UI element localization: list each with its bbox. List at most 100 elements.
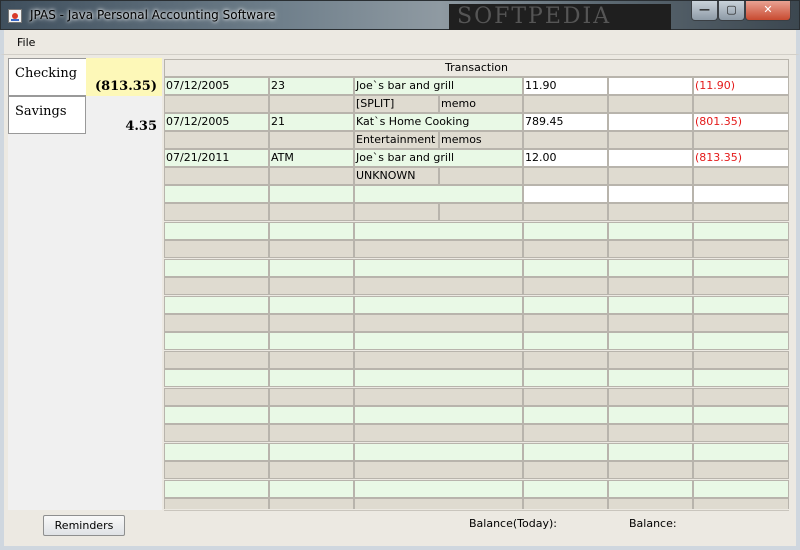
register-cell-new[interactable] xyxy=(608,203,693,221)
register-cell-date[interactable]: 07/21/2011 xyxy=(164,149,269,167)
register-cell-deposit[interactable] xyxy=(608,149,693,167)
register-empty-cell xyxy=(693,314,789,332)
register-cell-blank[interactable] xyxy=(269,95,354,113)
register-empty-cell xyxy=(164,314,269,332)
register-cell-deposit[interactable] xyxy=(608,113,693,131)
register-cell-new[interactable] xyxy=(164,185,269,203)
register-empty-cell xyxy=(164,498,269,509)
register-cell-new[interactable] xyxy=(269,203,354,221)
register-cell-blank[interactable] xyxy=(693,131,789,149)
register-cell-payee[interactable]: Kat`s Home Cooking xyxy=(354,113,523,131)
register-empty-cell xyxy=(608,350,693,369)
account-name[interactable]: Savings xyxy=(8,96,86,134)
register-cell-blank[interactable] xyxy=(269,167,354,185)
register-empty-cell xyxy=(354,277,523,296)
menu-file[interactable]: File xyxy=(17,36,35,49)
register-empty-cell xyxy=(608,332,693,351)
register-cell-amount[interactable]: 11.90 xyxy=(523,77,608,95)
register-cell-new[interactable] xyxy=(354,185,523,203)
register-cell-payee[interactable]: Joe`s bar and grill xyxy=(354,77,523,95)
balance-label: Balance: xyxy=(629,517,677,530)
register-cell-new[interactable] xyxy=(523,203,608,221)
account-item-savings[interactable]: Savings 4.35 xyxy=(8,96,162,134)
account-item-checking[interactable]: Checking (813.35) xyxy=(8,58,162,96)
register-empty-cell xyxy=(523,240,608,259)
register-cell-payee[interactable]: Joe`s bar and grill xyxy=(354,149,523,167)
register-cell-memo[interactable]: memos xyxy=(439,131,523,149)
register-empty-cell xyxy=(693,258,789,277)
register-cell-category[interactable]: UNKNOWN xyxy=(354,167,439,185)
register-empty-cell xyxy=(269,387,354,406)
register-cell-num[interactable]: ATM xyxy=(269,149,354,167)
register-cell-deposit[interactable] xyxy=(608,77,693,95)
register-cell-date[interactable]: 07/12/2005 xyxy=(164,113,269,131)
register-cell-date[interactable]: 07/12/2005 xyxy=(164,77,269,95)
account-name[interactable]: Checking xyxy=(8,58,86,96)
window-title: JPAS - Java Personal Accounting Software xyxy=(30,8,276,22)
register-empty-cell xyxy=(608,222,693,240)
register-cell-blank[interactable] xyxy=(693,167,789,185)
register-empty-cell xyxy=(608,387,693,406)
account-balance: 4.35 xyxy=(86,96,162,134)
register-empty-cell xyxy=(608,406,693,424)
register-cell-blank[interactable] xyxy=(693,95,789,113)
register-cell-category[interactable]: [SPLIT] xyxy=(354,95,439,113)
register-cell-num[interactable]: 23 xyxy=(269,77,354,95)
register-empty-cell xyxy=(523,332,608,351)
register-cell-blank[interactable] xyxy=(164,131,269,149)
register-cell-balance[interactable]: (801.35) xyxy=(693,113,789,131)
register-cell-amount[interactable]: 789.45 xyxy=(523,113,608,131)
register-empty-cell xyxy=(608,479,693,498)
register-cell-blank[interactable] xyxy=(608,95,693,113)
register-empty-cell xyxy=(693,295,789,314)
minimize-button[interactable]: — xyxy=(691,1,718,21)
register-cell-memo[interactable] xyxy=(439,167,523,185)
reminders-button[interactable]: Reminders xyxy=(43,515,125,536)
register-cell-blank[interactable] xyxy=(269,131,354,149)
balance-today-label: Balance(Today): xyxy=(469,517,557,530)
register-empty-cell xyxy=(269,240,354,259)
register-cell-memo[interactable]: memo xyxy=(439,95,523,113)
register-empty-cell xyxy=(608,240,693,259)
register-cell-new[interactable] xyxy=(693,203,789,221)
register-empty-cell xyxy=(164,295,269,314)
register-cell-balance[interactable]: (11.90) xyxy=(693,77,789,95)
register-empty-cell xyxy=(164,332,269,351)
register-cell-blank[interactable] xyxy=(164,167,269,185)
register-cell-new[interactable] xyxy=(164,203,269,221)
close-button[interactable]: ✕ xyxy=(745,1,791,21)
title-bar: JPAS - Java Personal Accounting Software… xyxy=(0,0,800,30)
register-cell-num[interactable]: 21 xyxy=(269,113,354,131)
register-cell-balance[interactable]: (813.35) xyxy=(693,149,789,167)
register-empty-cell xyxy=(164,461,269,480)
register-empty-cell xyxy=(693,406,789,424)
register-cell-blank[interactable] xyxy=(523,131,608,149)
register-cell-blank[interactable] xyxy=(523,95,608,113)
register-empty-cell xyxy=(523,277,608,296)
register-empty-cell xyxy=(523,387,608,406)
register-empty-cell xyxy=(608,277,693,296)
register-cell-new[interactable] xyxy=(354,203,439,221)
register-empty-cell xyxy=(523,406,608,424)
register-cell-new[interactable] xyxy=(439,203,523,221)
register-empty-cell xyxy=(523,258,608,277)
register-empty-cell xyxy=(523,350,608,369)
register-empty-cell xyxy=(164,369,269,388)
register-cell-blank[interactable] xyxy=(523,167,608,185)
register-cell-new[interactable] xyxy=(269,185,354,203)
maximize-button[interactable]: ▢ xyxy=(718,1,745,21)
register-empty-cell xyxy=(523,295,608,314)
register-empty-cell xyxy=(354,332,523,351)
register-cell-new[interactable] xyxy=(523,185,608,203)
register-empty-cell xyxy=(608,295,693,314)
register-empty-cell xyxy=(164,424,269,443)
register-empty-cell xyxy=(693,240,789,259)
register-cell-new[interactable] xyxy=(693,185,789,203)
register-cell-new[interactable] xyxy=(608,185,693,203)
register-cell-blank[interactable] xyxy=(608,131,693,149)
register-cell-blank[interactable] xyxy=(608,167,693,185)
register-empty-cell xyxy=(693,461,789,480)
register-cell-amount[interactable]: 12.00 xyxy=(523,149,608,167)
register-cell-category[interactable]: Entertainment xyxy=(354,131,439,149)
register-cell-blank[interactable] xyxy=(164,95,269,113)
